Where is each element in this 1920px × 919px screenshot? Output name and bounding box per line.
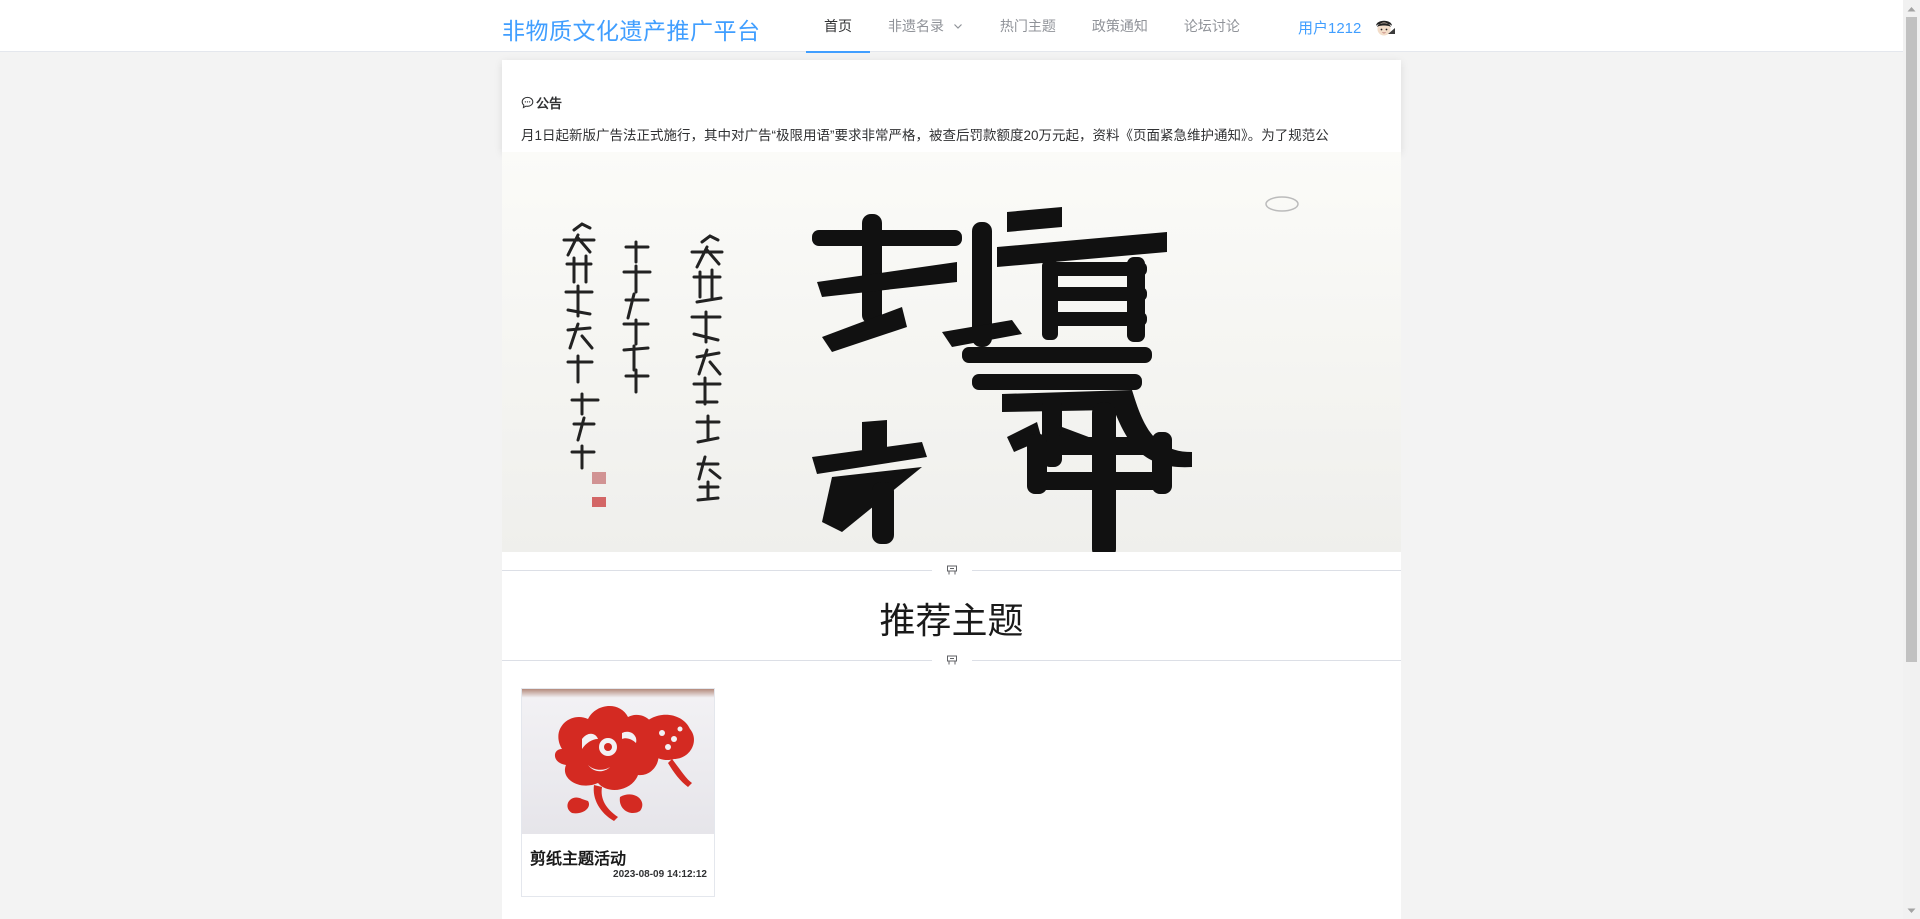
banner-image[interactable] xyxy=(502,152,1401,552)
nav-label-home: 首页 xyxy=(824,18,852,34)
nav-item-policy[interactable]: 政策通知 xyxy=(1074,0,1166,52)
avatar[interactable] xyxy=(1371,14,1398,40)
top-nav-bar: 非物质文化遗产推广平台 首页 非遗名录 热门主题 政策通知 论坛讨论 用户121… xyxy=(0,0,1903,53)
scroll-up-arrow-icon[interactable] xyxy=(1903,0,1920,17)
scrollbar-thumb[interactable] xyxy=(1906,17,1917,662)
topic-card-image xyxy=(522,689,714,834)
nav-label-policy: 政策通知 xyxy=(1091,18,1148,34)
nav-label-hot-topics: 热门主题 xyxy=(999,18,1056,34)
flag-icon xyxy=(947,655,957,665)
nav-label-heritage-list: 非遗名录 xyxy=(888,18,944,34)
section-divider-bottom xyxy=(502,652,1401,668)
topic-card-title: 剪纸主题活动 xyxy=(530,851,627,868)
nav-item-hot-topics[interactable]: 热门主题 xyxy=(982,0,1074,52)
topic-card[interactable]: 剪纸主题活动 2023-08-09 14:12:12 xyxy=(521,688,715,897)
user-name: 用户1212 xyxy=(1298,19,1362,37)
announcement-title: 公告 xyxy=(536,96,563,111)
topic-card-date: 2023-08-09 14:12:12 xyxy=(613,869,707,880)
nav-label-forum: 论坛讨论 xyxy=(1183,18,1240,34)
paper-cut-image xyxy=(522,689,714,834)
chevron-down-icon xyxy=(953,24,962,29)
nav-item-home[interactable]: 首页 xyxy=(806,0,870,53)
section-divider-top xyxy=(502,562,1401,578)
section-title: 推荐主题 xyxy=(879,600,1024,641)
chat-bubble-icon xyxy=(521,96,534,109)
main-nav: 首页 非遗名录 热门主题 政策通知 论坛讨论 xyxy=(806,0,1258,53)
page-scrollbar[interactable] xyxy=(1903,0,1920,919)
announcement-header: 公告 xyxy=(521,93,562,112)
nav-item-heritage-list[interactable]: 非遗名录 xyxy=(870,0,982,52)
announcement-panel: 公告 月1日起新版广告法正式施行，其中对广告“极限用语”要求非常严格，被查后罚款… xyxy=(502,60,1401,152)
flag-icon xyxy=(947,565,957,575)
announcement-text[interactable]: 月1日起新版广告法正式施行，其中对广告“极限用语”要求非常严格，被查后罚款额度2… xyxy=(521,124,1329,144)
scroll-down-arrow-icon[interactable] xyxy=(1903,902,1920,919)
calligraphy-image xyxy=(502,152,1401,552)
announcement-marquee: 月1日起新版广告法正式施行，其中对广告“极限用语”要求非常严格，被查后罚款额度2… xyxy=(502,124,1401,144)
nav-item-forum[interactable]: 论坛讨论 xyxy=(1166,0,1258,52)
site-logo-title[interactable]: 非物质文化遗产推广平台 xyxy=(502,12,761,46)
main-content: 公告 月1日起新版广告法正式施行，其中对广告“极限用语”要求非常严格，被查后罚款… xyxy=(502,60,1401,919)
user-menu[interactable]: 用户1212 xyxy=(1298,14,1398,40)
